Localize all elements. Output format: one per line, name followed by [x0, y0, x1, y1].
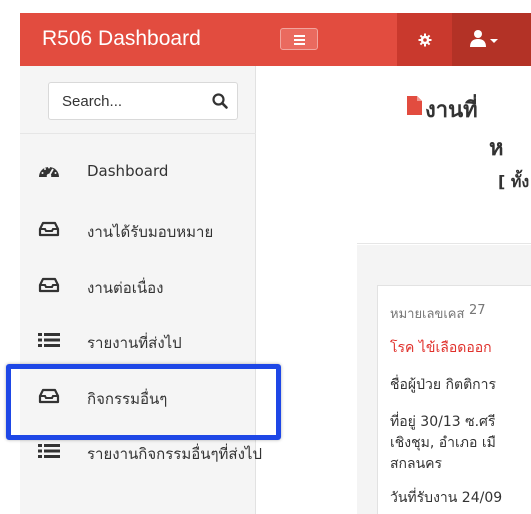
- inbox-icon: [38, 277, 60, 293]
- gear-icon: [418, 33, 431, 46]
- page-header: งานที่ ห [ ทั้ง: [357, 66, 531, 244]
- disease-name: โรค ไข้เลือดออก: [390, 340, 492, 356]
- case-card: หมายเลขเคส 27 โรค ไข้เลือดออก ชื่อผู้ป่ว…: [377, 285, 531, 514]
- list-icon: [38, 444, 60, 458]
- chevron-down-icon: [490, 39, 498, 43]
- inbox-icon: [38, 221, 60, 237]
- sidebar: Dashboard งานได้รับมอบหมาย งานต่อเนื่อง …: [20, 66, 262, 514]
- search-input[interactable]: [49, 83, 199, 119]
- case-number-label: หมายเลขเคส: [390, 307, 465, 322]
- received-date: วันที่รับงาน 24/09: [390, 490, 503, 506]
- file-icon: [407, 96, 422, 115]
- address-line: ที่อยู่ 30/13 ซ.ศรี: [390, 414, 496, 430]
- main-content: งานที่ ห [ ทั้ง หมายเลขเคส 27 โรค ไข้เลื…: [357, 66, 531, 514]
- page-title-line2: ห: [489, 136, 504, 161]
- sidebar-item-sent-reports[interactable]: รายงานที่ส่งไป: [20, 318, 256, 364]
- sidebar-item-label: รายงานที่ส่งไป: [87, 334, 182, 352]
- sidebar-divider: [20, 133, 256, 134]
- page-subtitle: [ ทั้ง: [498, 172, 530, 191]
- sidebar-toggle-button[interactable]: [280, 28, 318, 50]
- sidebar-item-label: งานต่อเนื่อง: [87, 279, 164, 297]
- address-line: เชิงชุม, อำเภอ เมื: [390, 435, 496, 451]
- patient-name: ชื่อผู้ป่วย กิตติการ: [390, 377, 497, 393]
- address-line: สกลนคร: [390, 456, 443, 472]
- user-icon: [470, 30, 486, 47]
- sidebar-item-ongoing[interactable]: งานต่อเนื่อง: [20, 263, 256, 309]
- sidebar-item-dashboard[interactable]: Dashboard: [20, 149, 256, 195]
- list-icon: [38, 333, 60, 347]
- dashboard-gauge-icon: [39, 166, 59, 179]
- sidebar-item-label: รายงานกิจกรรมอื่นๆที่ส่งไป: [87, 445, 262, 463]
- sidebar-item-label: Dashboard: [87, 162, 169, 180]
- selection-highlight: [6, 364, 281, 440]
- search-icon[interactable]: [211, 92, 229, 110]
- case-number: 27: [469, 303, 486, 318]
- navbar-right: [397, 13, 531, 66]
- settings-button[interactable]: [397, 13, 452, 66]
- sidebar-item-label: งานได้รับมอบหมาย: [87, 223, 214, 241]
- main-body: หมายเลขเคส 27 โรค ไข้เลือดออก ชื่อผู้ป่ว…: [357, 245, 531, 514]
- user-menu-button[interactable]: [452, 13, 531, 66]
- search-box: [48, 82, 238, 120]
- page-title: งานที่: [425, 98, 478, 123]
- sidebar-item-assigned[interactable]: งานได้รับมอบหมาย: [20, 207, 256, 253]
- top-navbar: R506 Dashboard: [20, 13, 531, 66]
- brand-title[interactable]: R506 Dashboard: [42, 27, 201, 51]
